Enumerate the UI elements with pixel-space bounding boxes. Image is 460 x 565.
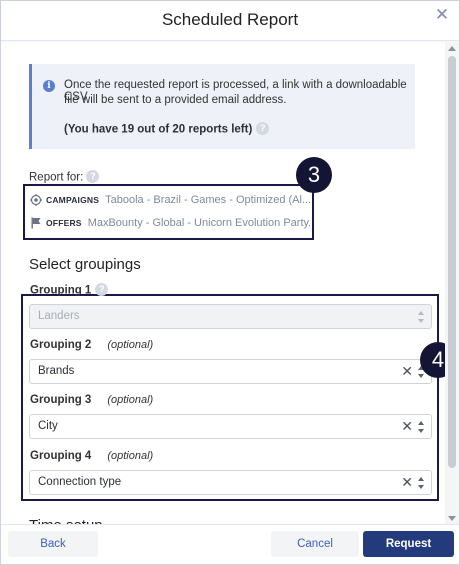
info-box: i Once the requested report is processed… bbox=[29, 64, 415, 149]
grouping-4-value: Connection type bbox=[38, 476, 122, 488]
info-icon: i bbox=[43, 80, 55, 92]
select-arrows-icon[interactable] bbox=[417, 477, 425, 489]
grouping-3-label-text: Grouping 3 bbox=[30, 394, 92, 406]
scheduled-report-modal: Scheduled Report ✕ i Once the requested … bbox=[0, 0, 460, 565]
report-for-text: Report for: bbox=[29, 171, 84, 184]
campaigns-value: Taboola - Brazil - Games - Optimized (Al… bbox=[105, 194, 312, 207]
grouping-1-select: Landers bbox=[29, 304, 432, 329]
scrollbar[interactable] bbox=[445, 42, 459, 526]
grouping-4-label: Grouping 4 (optional) bbox=[30, 450, 153, 462]
scroll-down-icon[interactable] bbox=[448, 516, 456, 521]
campaigns-row: CAMPAIGNS Taboola - Brazil - Games - Opti… bbox=[30, 194, 311, 212]
optional-tag: (optional) bbox=[107, 450, 154, 462]
grouping-1-label-text: Grouping 1 bbox=[30, 284, 92, 297]
grouping-4-label-text: Grouping 4 bbox=[30, 450, 92, 462]
target-icon bbox=[30, 194, 42, 207]
select-groupings-title: Select groupings bbox=[29, 256, 141, 273]
help-icon[interactable]: ? bbox=[95, 283, 109, 296]
modal-header: Scheduled Report ✕ bbox=[1, 1, 459, 41]
select-arrows-icon[interactable] bbox=[417, 421, 425, 433]
clear-icon[interactable]: ✕ bbox=[401, 363, 413, 380]
grouping-2-label-text: Grouping 2 bbox=[30, 339, 92, 351]
cancel-button[interactable]: Cancel bbox=[271, 531, 359, 557]
grouping-1-label: Grouping 1? bbox=[30, 283, 109, 297]
annotation-badge-3: 3 bbox=[296, 157, 332, 193]
scroll-up-icon[interactable] bbox=[448, 46, 456, 51]
report-for-label: Report for:? bbox=[29, 170, 100, 184]
grouping-4-select[interactable]: Connection type ✕ bbox=[29, 470, 432, 495]
grouping-3-label: Grouping 3 (optional) bbox=[30, 394, 153, 406]
clear-icon[interactable]: ✕ bbox=[401, 418, 413, 435]
scrollbar-thumb[interactable] bbox=[448, 56, 456, 468]
report-for-selection: CAMPAIGNS Taboola - Brazil - Games - Opti… bbox=[23, 184, 314, 240]
flag-icon bbox=[30, 217, 42, 229]
grouping-3-select[interactable]: City ✕ bbox=[29, 414, 432, 439]
reports-quota-text: (You have 19 out of 20 reports left) bbox=[64, 123, 253, 136]
modal-footer: Back Cancel Request bbox=[1, 524, 459, 564]
grouping-2-select[interactable]: Brands ✕ bbox=[29, 359, 432, 384]
offers-row: OFFERS MaxBounty - Global - Unicorn Evolu… bbox=[30, 217, 314, 235]
request-button[interactable]: Request bbox=[363, 531, 454, 557]
modal-title: Scheduled Report bbox=[161, 10, 299, 29]
close-icon[interactable]: ✕ bbox=[434, 6, 450, 23]
reports-quota: (You have 19 out of 20 reports left)? bbox=[64, 122, 270, 136]
grouping-2-value: Brands bbox=[38, 365, 75, 377]
offers-value: MaxBounty - Global - Unicorn Evolution P… bbox=[87, 217, 314, 230]
groupings-box: Grouping 1? Landers Grouping 2 (optional)… bbox=[21, 283, 439, 501]
help-icon[interactable]: ? bbox=[86, 170, 100, 183]
select-arrows-icon bbox=[417, 311, 425, 323]
optional-tag: (optional) bbox=[107, 394, 154, 406]
grouping-1-value: Landers bbox=[38, 310, 80, 322]
help-icon[interactable]: ? bbox=[256, 122, 270, 135]
grouping-3-value: City bbox=[38, 420, 58, 432]
offers-label: OFFERS bbox=[46, 218, 82, 229]
grouping-2-label: Grouping 2 (optional) bbox=[30, 339, 153, 351]
optional-tag: (optional) bbox=[107, 339, 154, 351]
campaigns-label: CAMPAIGNS bbox=[46, 195, 100, 206]
clear-icon[interactable]: ✕ bbox=[401, 474, 413, 491]
info-text-line2: file will be sent to a provided email ad… bbox=[64, 94, 287, 106]
modal-content: i Once the requested report is processed… bbox=[1, 42, 447, 526]
back-button[interactable]: Back bbox=[8, 531, 98, 557]
